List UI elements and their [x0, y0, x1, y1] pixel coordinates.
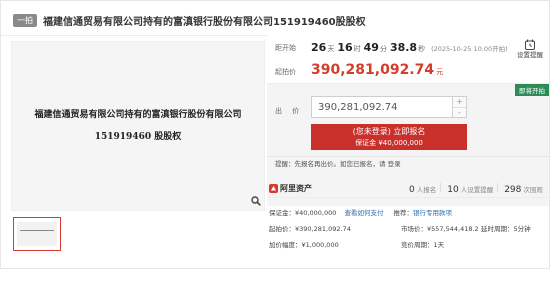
price-info-row: 起拍价：¥390,281,092.74 市场价：¥557,544,418.2 延… [269, 223, 550, 233]
info-panel: 距开始 26 天 16 时 49 分 38.8 秒 (2025-10-25 10… [267, 35, 549, 267]
auction-type-tag: 一拍 [13, 13, 37, 27]
thumbnail-text-line [20, 230, 54, 231]
thumbnail-1[interactable] [13, 217, 61, 251]
increment-value: ¥1,000,000 [301, 241, 339, 249]
start-time-note: (2025-10-25 10:00开拍) [431, 45, 508, 53]
countdown-minutes-unit: 分 [379, 45, 387, 53]
delay-period: 延时周期：5分钟 [481, 223, 531, 233]
login-tip-text: 提醒：先报名再出价。如您已报名，请 登录 [275, 160, 401, 168]
cycle-value: 1天 [433, 241, 445, 249]
bell-clock-icon [525, 39, 535, 50]
bid-decrease-button[interactable]: - [453, 107, 466, 118]
recommend-link[interactable]: 银行专用款项 [413, 209, 452, 217]
cycle-label: 竞价周期： [401, 241, 434, 249]
countdown-seconds: 38.8 [389, 41, 418, 54]
bid-amount-input[interactable]: 390,281,092.74 [311, 96, 453, 118]
enrolled-unit: 人报名 [416, 186, 437, 194]
platform-logo[interactable]: 阿里资产 [269, 183, 312, 194]
set-reminder-button[interactable]: 设置提醒 [515, 39, 545, 59]
countdown-label: 距开始 [275, 44, 296, 52]
auction-stats: 0 人报名 10 人设置提醒 298 次围观 [409, 183, 547, 195]
platform-name: 阿里资产 [280, 184, 312, 193]
start-price-value: 390,281,092.74 [311, 62, 435, 78]
thumbnail-image [17, 222, 57, 246]
platform-row: 阿里资产 0 人报名 10 人设置提醒 298 次围观 [267, 181, 549, 198]
detail-start-price-value: ¥390,281,092.74 [295, 225, 351, 233]
market-price: 市场价：¥557,544,418.2 [401, 223, 479, 233]
enroll-button-label: (您未登录) 立即报名 [352, 127, 426, 136]
countdown-row: 距开始 26 天 16 时 49 分 38.8 秒 (2025-10-25 10… [267, 35, 549, 59]
reminders-count: 10 [447, 185, 459, 195]
countdown-hours-unit: 时 [353, 45, 361, 53]
set-reminder-label: 设置提醒 [517, 51, 543, 59]
enroll-button-deposit: 保证金 ¥40,000,000 [355, 139, 423, 147]
views-unit: 次围观 [523, 186, 543, 194]
stat-divider [440, 183, 442, 192]
countdown-seconds-unit: 秒 [418, 45, 426, 53]
auction-card: 一拍 福建信通贸易有限公司持有的富滇银行股份有限公司151919460股股权 福… [0, 0, 550, 269]
enrolled-count: 0 [409, 185, 415, 195]
bid-stepper: + - [453, 96, 467, 118]
countdown-days: 26 [311, 41, 327, 54]
delay-label: 延时周期： [481, 225, 514, 233]
magnifier-icon[interactable] [251, 196, 261, 206]
countdown-hours: 16 [337, 41, 353, 54]
views-count: 298 [504, 185, 522, 195]
main-image[interactable]: 福建信通贸易有限公司持有的富滇银行股份有限公司 151919460 股股权 [11, 41, 265, 211]
start-price-label: 起拍价 [275, 68, 296, 76]
bid-label: 出 价 [275, 107, 304, 115]
detail-start-price-label: 起拍价： [269, 225, 295, 233]
image-caption: 福建信通贸易有限公司持有的富滇银行股份有限公司 151919460 股股权 [34, 110, 242, 142]
deposit-value: ¥40,000,000 [295, 209, 337, 217]
countdown-minutes: 49 [363, 41, 379, 54]
bid-increase-button[interactable]: + [453, 97, 466, 107]
status-badge: 即将开拍 [515, 84, 549, 96]
page-title: 福建信通贸易有限公司持有的富滇银行股份有限公司151919460股股权 [43, 16, 366, 28]
start-price-unit: 元 [436, 68, 444, 76]
start-price-row: 起拍价 390,281,092.74 元 [267, 59, 549, 81]
enroll-button[interactable]: (您未登录) 立即报名 保证金 ¥40,000,000 [311, 124, 467, 150]
delay-value: 5分钟 [513, 225, 531, 233]
countdown-timer: 26 天 16 时 49 分 38.8 秒 (2025-10-25 10:00开… [311, 41, 508, 54]
login-tip: 提醒：先报名再出价。如您已报名，请 登录 [267, 156, 549, 171]
deposit-row: 保证金：¥40,000,000 查看如何支付 推荐：银行专用款项 [269, 207, 452, 217]
deposit-label: 保证金： [269, 209, 295, 217]
start-price-value-wrap: 390,281,092.74 元 [311, 62, 443, 78]
bid-cycle: 竞价周期：1天 [401, 239, 444, 249]
countdown-days-unit: 天 [327, 45, 335, 53]
market-price-value: ¥557,544,418.2 [427, 225, 479, 233]
increment-row: 加价幅度：¥1,000,000 竞价周期：1天 [269, 239, 550, 249]
market-price-label: 市场价： [401, 225, 427, 233]
how-to-pay-link[interactable]: 查看如何支付 [344, 209, 383, 217]
stat-divider [497, 183, 499, 192]
reminders-unit: 人设置提醒 [460, 186, 494, 194]
title-bar: 一拍 福建信通贸易有限公司持有的富滇银行股份有限公司151919460股股权 [13, 11, 366, 29]
increment-label: 加价幅度： [269, 241, 302, 249]
ali-assets-logo-icon [269, 184, 278, 193]
recommend-label: 推荐： [393, 209, 414, 217]
